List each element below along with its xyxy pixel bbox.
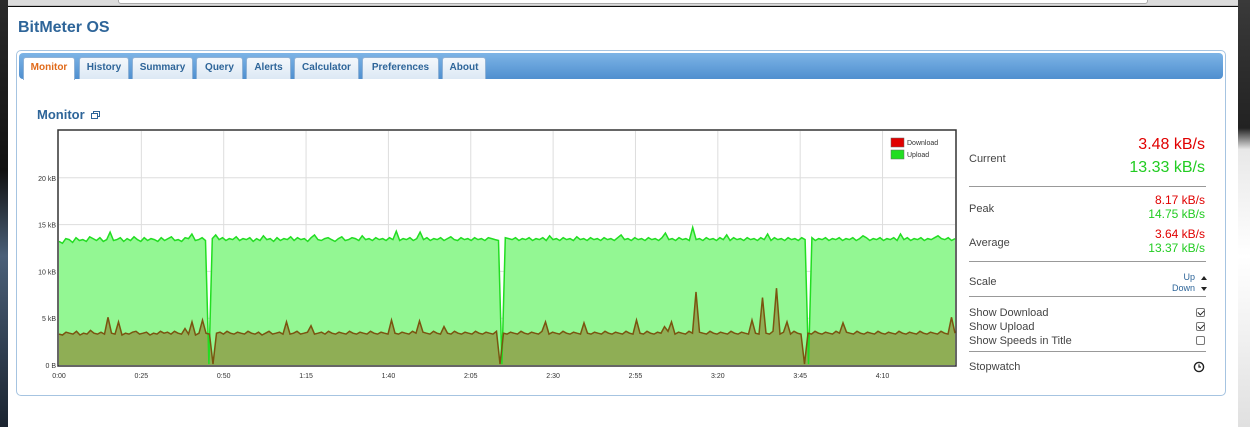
y-tick-label: 5 kB (42, 316, 56, 323)
popout-window-icon[interactable] (91, 111, 100, 119)
y-tick-label: 10 kB (38, 269, 56, 276)
tab-preferences[interactable]: Preferences (362, 57, 439, 79)
scale-up-arrow-icon[interactable] (1201, 276, 1207, 280)
app-content: BitMeter OS Monitor History Summary Quer… (8, 7, 1238, 427)
x-tick-label: 2:30 (546, 373, 560, 380)
app-title: BitMeter OS (18, 19, 110, 36)
x-tick-label: 3:20 (711, 373, 725, 380)
chart-legend: Download Upload (889, 136, 951, 163)
x-tick-label: 3:45 (793, 373, 807, 380)
x-tick-label: 4:10 (876, 373, 890, 380)
show-download-checkbox[interactable] (1196, 308, 1205, 317)
x-tick-label: 2:05 (464, 373, 478, 380)
divider (969, 296, 1206, 297)
tab-summary[interactable]: Summary (132, 57, 193, 79)
current-download-value: 3.48 kB/s (1138, 136, 1205, 153)
tab-calculator[interactable]: Calculator (294, 57, 359, 79)
browser-toolbar (8, 0, 1238, 6)
stopwatch-label: Stopwatch (969, 361, 1021, 373)
tab-query[interactable]: Query (196, 57, 243, 79)
tab-monitor[interactable]: Monitor (23, 57, 75, 80)
x-tick-label: 0:25 (135, 373, 149, 380)
legend-upload-label: Upload (907, 152, 929, 159)
scale-up-link[interactable]: Up (1183, 272, 1195, 282)
stats-panel: Current 3.48 kB/s 13.33 kB/s Peak 8.17 k… (961, 131, 1211, 391)
average-label: Average (969, 237, 1010, 249)
x-tick-label: 2:55 (629, 373, 643, 380)
average-download-value: 3.64 kB/s (1154, 227, 1205, 241)
scale-label: Scale (969, 276, 997, 288)
x-tick-label: 1:15 (299, 373, 313, 380)
tab-history[interactable]: History (79, 57, 129, 79)
peak-download-value: 8.17 kB/s (1154, 193, 1205, 207)
x-axis-ticks: 0:00 0:25 0:50 1:15 1:40 2:05 2:30 2:55 3:20 3:45… (52, 373, 889, 380)
tab-alerts[interactable]: Alerts (246, 57, 291, 79)
monitor-title: Monitor (37, 107, 85, 122)
divider (969, 186, 1206, 187)
show-speeds-in-title-checkbox[interactable] (1196, 336, 1205, 345)
tab-bar: Monitor History Summary Query Alerts Cal… (19, 53, 1223, 80)
data-areas (58, 224, 956, 365)
address-bar[interactable] (118, 0, 1148, 4)
peak-label: Peak (969, 203, 995, 215)
scale-down-link[interactable]: Down (1172, 283, 1195, 293)
show-upload-label: Show Upload (969, 321, 1035, 333)
tab-about[interactable]: About (442, 57, 486, 79)
tabs-panel: Monitor History Summary Query Alerts Cal… (16, 50, 1226, 396)
legend-download-label: Download (907, 140, 938, 147)
show-upload-checkbox[interactable] (1196, 322, 1205, 331)
x-tick-label: 0:50 (217, 373, 231, 380)
x-tick-label: 1:40 (382, 373, 396, 380)
peak-upload-value: 14.75 kB/s (1148, 207, 1205, 221)
screen: BitMeter OS Monitor History Summary Quer… (0, 0, 1250, 427)
y-axis-ticks: 0 B 5 kB 10 kB 15 kB 20 kB (38, 176, 56, 370)
monitor-chart: 0 B 5 kB 10 kB 15 kB 20 kB 0:00 0:25 0:50 1:15 1… (38, 129, 957, 380)
average-upload-value: 13.37 kB/s (1148, 241, 1205, 255)
divider (969, 351, 1206, 352)
x-tick-label: 0:00 (52, 373, 66, 380)
y-tick-label: 0 B (45, 363, 56, 370)
desktop-background-left (0, 0, 8, 427)
show-speeds-in-title-label: Show Speeds in Title (969, 335, 1072, 347)
legend-download-swatch (890, 137, 905, 148)
desktop-background-right (1238, 0, 1250, 427)
current-upload-value: 13.33 kB/s (1129, 159, 1205, 176)
divider (969, 261, 1206, 262)
y-tick-label: 15 kB (38, 223, 56, 230)
current-label: Current (969, 153, 1006, 165)
legend-upload-swatch (890, 149, 905, 160)
show-download-label: Show Download (969, 307, 1049, 319)
y-tick-label: 20 kB (38, 176, 56, 183)
scale-down-arrow-icon[interactable] (1201, 287, 1207, 291)
stopwatch-icon[interactable] (1193, 361, 1205, 373)
